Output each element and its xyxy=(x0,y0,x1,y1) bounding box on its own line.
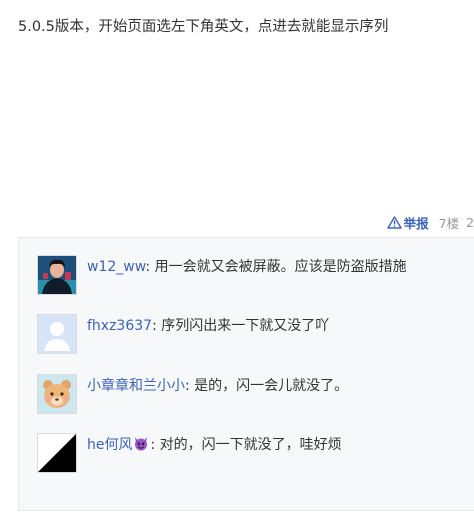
reply-text: w12_ww: 用一会就又会被屏蔽。应该是防盗版措施 xyxy=(87,257,407,277)
list-item: fhxz3637: 序列闪出来一下就又没了吖 xyxy=(37,314,329,354)
reply-text: 小章章和兰小小: 是的，闪一会儿就没了。 xyxy=(87,376,348,396)
reply-username[interactable]: w12_ww xyxy=(87,259,145,275)
post-date: 20 xyxy=(466,214,474,230)
avatar[interactable] xyxy=(37,314,77,354)
floor-number: 7楼 xyxy=(438,215,460,231)
reply-separator: : xyxy=(150,437,160,453)
avatar[interactable] xyxy=(37,255,77,295)
reply-text: he何风 : 对的，闪一下就没了，哇好烦 xyxy=(87,435,342,455)
post-body: 5.0.5版本，开始页面选左下角英文，点进去就能显示序列 xyxy=(18,19,389,35)
reply-separator: : xyxy=(145,259,155,275)
reply-username[interactable]: 小章章和兰小小 xyxy=(87,378,185,394)
devil-emoji-icon xyxy=(133,435,149,451)
reply-content: 序列闪出来一下就又没了吖 xyxy=(161,318,330,334)
reply-username[interactable]: he何风 xyxy=(87,437,133,453)
reply-content: 对的，闪一下就没了，哇好烦 xyxy=(159,437,342,453)
list-item: 小章章和兰小小: 是的，闪一会儿就没了。 xyxy=(37,374,348,414)
reply-list: w12_ww: 用一会就又会被屏蔽。应该是防盗版措施 fhxz3637: 序列闪… xyxy=(18,237,474,511)
report-button[interactable]: 举报 xyxy=(386,213,429,232)
reply-text: fhxz3637: 序列闪出来一下就又没了吖 xyxy=(87,316,329,336)
reply-content: 用一会就又会被屏蔽。应该是防盗版措施 xyxy=(154,259,407,275)
list-item: he何风 : 对的，闪一下就没了，哇好烦 xyxy=(37,433,342,473)
post-meta: 举报 7楼 20 xyxy=(386,212,474,232)
list-item: w12_ww: 用一会就又会被屏蔽。应该是防盗版措施 xyxy=(37,255,407,295)
report-label: 举报 xyxy=(403,215,429,231)
reply-username[interactable]: fhxz3637 xyxy=(87,318,152,334)
avatar[interactable] xyxy=(37,374,77,414)
avatar[interactable] xyxy=(37,433,77,473)
warning-icon xyxy=(386,215,404,229)
reply-separator: : xyxy=(152,318,162,334)
reply-separator: : xyxy=(185,378,195,394)
reply-content: 是的，闪一会儿就没了。 xyxy=(194,378,349,394)
